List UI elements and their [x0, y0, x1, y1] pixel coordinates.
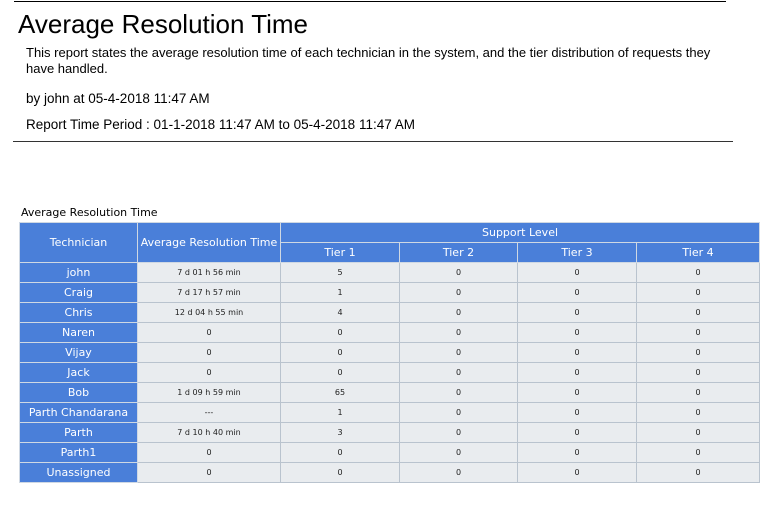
tier-2-cell: 0	[399, 422, 518, 443]
tier-3-cell: 0	[517, 382, 637, 403]
tier-4-cell: 0	[635, 402, 761, 423]
tier-3-cell: 0	[517, 402, 637, 423]
column-header-tier-4: Tier 4	[635, 242, 761, 263]
tier-4-cell: 0	[635, 342, 761, 363]
technician-cell: Jack	[19, 362, 138, 383]
table-row: Jack 0 0 0 0 0	[19, 362, 761, 383]
column-header-tier-1: Tier 1	[280, 242, 400, 263]
tier-3-cell: 0	[517, 422, 637, 443]
table-row: Vijay 0 0 0 0 0	[19, 342, 761, 363]
tier-4-cell: 0	[635, 422, 761, 443]
technician-cell: john	[19, 262, 138, 283]
tier-2-cell: 0	[399, 462, 518, 483]
tier-4-cell: 0	[635, 322, 761, 343]
tier-1-cell: 1	[280, 402, 400, 423]
average-resolution-time-cell: 12 d 04 h 55 min	[137, 302, 281, 323]
table-row: Craig 7 d 17 h 57 min 1 0 0 0	[19, 282, 761, 303]
column-header-technician: Technician	[19, 222, 138, 263]
report-byline: by john at 05-4-2018 11:47 AM	[26, 91, 210, 106]
tier-3-cell: 0	[517, 342, 637, 363]
table-row: Chris 12 d 04 h 55 min 4 0 0 0	[19, 302, 761, 323]
tier-4-cell: 0	[635, 302, 761, 323]
technician-cell: Naren	[19, 322, 138, 343]
average-resolution-time-cell: 7 d 01 h 56 min	[137, 262, 281, 283]
tier-3-cell: 0	[517, 282, 637, 303]
tier-2-cell: 0	[399, 282, 518, 303]
tier-2-cell: 0	[399, 262, 518, 283]
table-row: Bob 1 d 09 h 59 min 65 0 0 0	[19, 382, 761, 403]
column-header-support-level: Support Level	[279, 222, 761, 243]
technician-cell: Unassigned	[19, 462, 138, 483]
tier-1-cell: 0	[280, 362, 400, 383]
column-header-tier-3: Tier 3	[517, 242, 637, 263]
tier-4-cell: 0	[635, 282, 761, 303]
technician-cell: Parth1	[19, 442, 138, 463]
technician-cell: Chris	[19, 302, 138, 323]
tier-4-cell: 0	[635, 362, 761, 383]
column-header-tier-2: Tier 2	[399, 242, 518, 263]
tier-2-cell: 0	[399, 442, 518, 463]
table-row: Unassigned 0 0 0 0 0	[19, 462, 761, 483]
average-resolution-time-cell: 0	[137, 342, 281, 363]
tier-3-cell: 0	[517, 362, 637, 383]
tier-4-cell: 0	[635, 462, 761, 483]
table-row: Parth1 0 0 0 0 0	[19, 442, 761, 463]
tier-2-cell: 0	[399, 362, 518, 383]
report-description: This report states the average resolutio…	[26, 45, 711, 76]
tier-2-cell: 0	[399, 342, 518, 363]
report-time-period: Report Time Period : 01-1-2018 11:47 AM …	[26, 117, 415, 132]
tier-1-cell: 3	[280, 422, 400, 443]
column-header-average-resolution-time: Average Resolution Time	[137, 222, 281, 263]
tier-2-cell: 0	[399, 402, 518, 423]
tier-1-cell: 0	[280, 442, 400, 463]
average-resolution-time-cell: 0	[137, 362, 281, 383]
technician-cell: Parth Chandarana	[19, 402, 138, 423]
tier-1-cell: 0	[280, 322, 400, 343]
technician-cell: Parth	[19, 422, 138, 443]
tier-1-cell: 4	[280, 302, 400, 323]
tier-1-cell: 65	[280, 382, 400, 403]
header-divider	[13, 141, 733, 142]
table-row: Parth Chandarana --- 1 0 0 0	[19, 402, 761, 423]
page-title: Average Resolution Time	[18, 9, 309, 39]
tier-3-cell: 0	[517, 462, 637, 483]
average-resolution-time-cell: 7 d 17 h 57 min	[137, 282, 281, 303]
technician-cell: Craig	[19, 282, 138, 303]
tier-3-cell: 0	[517, 442, 637, 463]
average-resolution-time-cell: 0	[137, 322, 281, 343]
average-resolution-time-cell: 1 d 09 h 59 min	[137, 382, 281, 403]
table-row: john 7 d 01 h 56 min 5 0 0 0	[19, 262, 761, 283]
tier-2-cell: 0	[399, 322, 518, 343]
table-row: Naren 0 0 0 0 0	[19, 322, 761, 343]
table-caption: Average Resolution Time	[21, 206, 158, 219]
top-divider	[14, 1, 726, 2]
tier-3-cell: 0	[517, 262, 637, 283]
average-resolution-time-cell: 7 d 10 h 40 min	[137, 422, 281, 443]
average-resolution-time-cell: 0	[137, 442, 281, 463]
tier-1-cell: 5	[280, 262, 400, 283]
resolution-time-table: Technician Average Resolution Time Suppo…	[19, 222, 761, 483]
tier-1-cell: 1	[280, 282, 400, 303]
tier-3-cell: 0	[517, 322, 637, 343]
tier-3-cell: 0	[517, 302, 637, 323]
tier-4-cell: 0	[635, 442, 761, 463]
table-row: Parth 7 d 10 h 40 min 3 0 0 0	[19, 422, 761, 443]
tier-1-cell: 0	[280, 462, 400, 483]
tier-4-cell: 0	[635, 382, 761, 403]
tier-4-cell: 0	[635, 262, 761, 283]
technician-cell: Bob	[19, 382, 138, 403]
tier-2-cell: 0	[399, 382, 518, 403]
tier-2-cell: 0	[399, 302, 518, 323]
average-resolution-time-cell: ---	[137, 402, 281, 423]
average-resolution-time-cell: 0	[137, 462, 281, 483]
tier-1-cell: 0	[280, 342, 400, 363]
table-body: john 7 d 01 h 56 min 5 0 0 0 Craig 7 d 17 h 57 …	[19, 262, 761, 483]
technician-cell: Vijay	[19, 342, 138, 363]
